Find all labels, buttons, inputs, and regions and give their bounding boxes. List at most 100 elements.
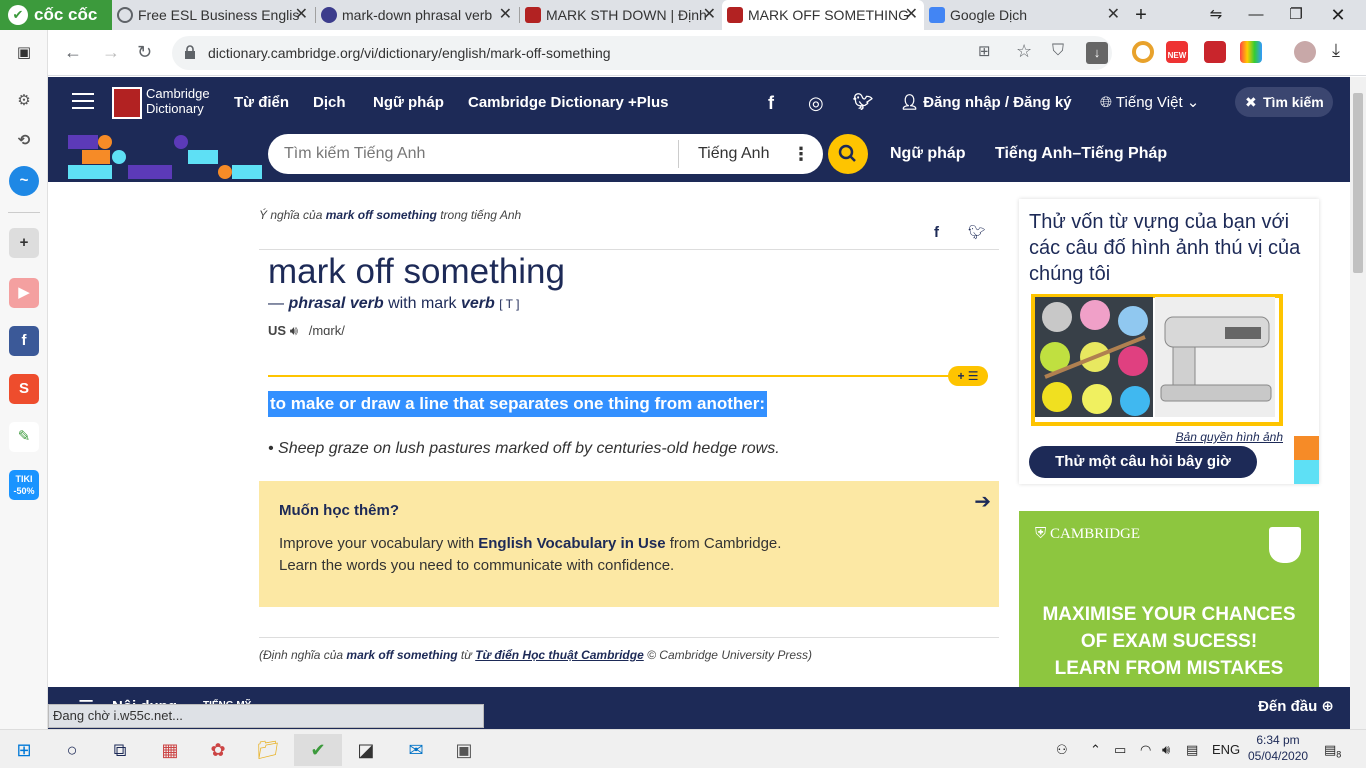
close-tab-icon[interactable]: ✕ xyxy=(703,0,716,30)
close-tab-icon[interactable]: ✕ xyxy=(295,0,308,30)
minimize-button[interactable]: — xyxy=(1236,0,1276,30)
reload-icon[interactable]: ↻ xyxy=(137,42,152,63)
grammar-link[interactable]: Ngữ pháp xyxy=(890,129,966,179)
try-quiz-button[interactable]: Thử một câu hỏi bây giờ xyxy=(1029,446,1257,478)
twitter-icon[interactable]: 🐦︎ xyxy=(853,77,873,129)
search-circle-icon[interactable]: ○ xyxy=(52,734,92,766)
file-explorer-icon[interactable]: 📁︎ xyxy=(248,734,288,766)
nav-grammar[interactable]: Ngữ pháp xyxy=(373,77,444,129)
downloads-icon[interactable]: ⤓ xyxy=(1332,40,1340,61)
sticky-notes-icon[interactable]: ◪ xyxy=(346,734,386,766)
en-fr-link[interactable]: Tiếng Anh–Tiếng Pháp xyxy=(995,129,1167,179)
maximize-button[interactable]: ❐ xyxy=(1276,0,1316,30)
learn-more-box[interactable]: Muốn học thêm? ➔ Improve your vocabulary… xyxy=(259,481,999,607)
image-copyright-link[interactable]: Bản quyền hình ảnh xyxy=(1176,430,1283,444)
paint-icon[interactable]: ✿ xyxy=(198,734,238,766)
translate-icon[interactable]: ⊞ xyxy=(978,42,991,60)
chevron-up-icon[interactable]: ⌃ xyxy=(1090,730,1101,769)
arrow-right-icon[interactable]: ➔ xyxy=(974,489,991,514)
profile-avatar[interactable] xyxy=(1294,41,1316,63)
search-button[interactable] xyxy=(828,134,868,174)
browser-brand[interactable]: ✔ cốc cốc xyxy=(0,0,112,30)
keyboard-icon[interactable]: ▤ xyxy=(1186,730,1198,769)
facebook-icon[interactable]: f xyxy=(768,77,774,129)
more-options-icon[interactable]: ⋮ xyxy=(792,134,810,174)
forward-icon[interactable]: → xyxy=(102,42,120,63)
wifi-icon[interactable]: ◠ xyxy=(1140,730,1151,769)
outlook-icon[interactable]: ✉ xyxy=(396,734,436,766)
coccoc-logo-icon: ✔ xyxy=(8,5,28,25)
facebook-icon[interactable]: f xyxy=(9,326,39,356)
add-to-list-button[interactable]: + ☰ xyxy=(948,366,988,386)
tab-mark-sth-down[interactable]: MARK STH DOWN | Định ✕ xyxy=(520,0,722,30)
shield-icon[interactable]: ⛉ xyxy=(1052,42,1064,60)
windows-start-icon[interactable]: ⊞ xyxy=(4,734,44,766)
speaker-icon[interactable]: 🔊︎ xyxy=(290,323,298,338)
tiki-icon[interactable]: TIKI -50% xyxy=(9,470,39,500)
tab-free-esl[interactable]: Free ESL Business Englis ✕ xyxy=(112,0,314,30)
share-twitter-icon[interactable]: 🐦︎ xyxy=(968,224,986,241)
decor-shape xyxy=(82,150,110,164)
close-tab-icon[interactable]: ✕ xyxy=(1107,0,1120,30)
headword: mark off something xyxy=(268,252,565,291)
people-icon[interactable]: ⚇ xyxy=(1056,730,1068,769)
history-icon[interactable]: ⟲ xyxy=(9,126,39,156)
extension-grid-icon[interactable] xyxy=(1240,41,1262,63)
youtube-icon[interactable]: ▶ xyxy=(9,278,39,308)
battery-icon[interactable]: ▭ xyxy=(1114,730,1126,769)
task-view-icon[interactable]: ⧉ xyxy=(100,734,140,766)
language-select[interactable]: 🌐︎ Tiếng Việt ⌄ xyxy=(1100,77,1199,129)
search-input[interactable]: Tìm kiếm Tiếng Anh Tiếng Anh ⋮ xyxy=(268,134,823,174)
bookmark-star-icon[interactable]: ☆ xyxy=(1016,41,1032,62)
badge-icon xyxy=(1269,527,1301,563)
sidebar-panel-icon[interactable]: ▣ xyxy=(9,38,39,68)
sewing-machine-image[interactable] xyxy=(1155,297,1275,417)
search-language-select[interactable]: Tiếng Anh xyxy=(698,134,769,174)
browser-sidebar: ▣ ⚙ ⟲ ~ + ▶ f S ✎ TIKI -50% xyxy=(0,30,48,730)
close-window-button[interactable]: ✕ xyxy=(1318,0,1358,30)
search-toggle-button[interactable]: ✖ Tìm kiếm xyxy=(1235,87,1333,117)
tab-bar: ✔ cốc cốc Free ESL Business Englis ✕ mark-… xyxy=(0,0,1366,30)
tab-mark-down[interactable]: mark-down phrasal verb ✕ xyxy=(316,0,518,30)
back-icon[interactable]: ← xyxy=(64,42,82,63)
app-icon[interactable]: ▦ xyxy=(150,734,190,766)
advertisement[interactable]: ⛨ CAMBRIDGE MAXIMISE YOUR CHANCES OF EXA… xyxy=(1019,511,1319,687)
input-language[interactable]: ENG xyxy=(1212,730,1240,769)
url-bar[interactable]: dictionary.cambridge.org/vi/dictionary/e… xyxy=(172,36,1112,70)
search-band: Tìm kiếm Tiếng Anh Tiếng Anh ⋮ Ngữ pháp … xyxy=(48,129,1350,182)
coccoc-search-icon[interactable]: ✎ xyxy=(9,422,39,452)
site-favicon-icon xyxy=(321,7,337,23)
nav-dictionary[interactable]: Từ điển xyxy=(234,77,289,129)
nav-plus[interactable]: Cambridge Dictionary +Plus xyxy=(468,77,668,129)
extension-red-icon[interactable] xyxy=(1204,41,1226,63)
tab-google-dich[interactable]: Google Dịch ✕ xyxy=(924,0,1126,30)
app-icon[interactable]: ▣ xyxy=(444,734,484,766)
menu-icon[interactable] xyxy=(72,93,94,109)
back-to-top-button[interactable]: Đến đầu ⊕ xyxy=(1258,687,1334,727)
source-link[interactable]: Từ điển Học thuật Cambridge xyxy=(475,648,644,662)
page-scrollbar[interactable] xyxy=(1350,77,1366,729)
clock[interactable]: 6:34 pm 05/04/2020 xyxy=(1248,732,1308,764)
settings-gear-icon[interactable]: ⚙ xyxy=(9,86,39,116)
share-facebook-icon[interactable]: f xyxy=(934,224,939,241)
new-extension-icon[interactable]: NEW xyxy=(1166,41,1188,63)
tab-mark-off-something[interactable]: MARK OFF SOMETHING ✕ xyxy=(722,0,924,30)
extension-icon[interactable] xyxy=(1132,41,1154,63)
paint-palette-image[interactable] xyxy=(1035,297,1153,417)
instagram-icon[interactable]: ◎ xyxy=(808,77,824,129)
new-tab-button[interactable]: + xyxy=(1121,0,1161,30)
login-link[interactable]: 👤︎ Đăng nhập / Đăng ký xyxy=(900,77,1072,129)
download-icon[interactable]: ↓ xyxy=(1086,42,1108,64)
volume-icon[interactable]: 🔊︎ xyxy=(1162,730,1170,769)
add-app-icon[interactable]: + xyxy=(9,228,39,258)
close-tab-icon[interactable]: ✕ xyxy=(905,0,918,30)
close-tab-icon[interactable]: ✕ xyxy=(499,0,512,30)
tab-list-icon[interactable]: ⇋ xyxy=(1196,0,1236,30)
shopee-icon[interactable]: S xyxy=(9,374,39,404)
site-logo-text[interactable]: Cambridge Dictionary xyxy=(146,86,210,116)
nav-translate[interactable]: Dịch xyxy=(313,77,346,129)
definition: to make or draw a line that separates on… xyxy=(268,391,767,417)
coccoc-taskbar-icon[interactable]: ✔ xyxy=(294,734,342,766)
cambridge-shield-icon xyxy=(112,87,142,119)
messenger-icon[interactable]: ~ xyxy=(9,166,39,196)
